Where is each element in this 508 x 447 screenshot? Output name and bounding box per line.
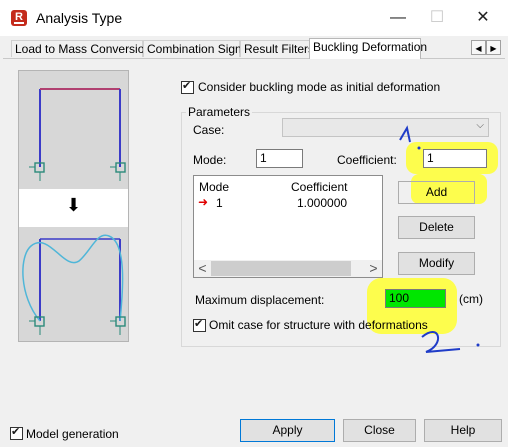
down-arrow-icon: ⬇ xyxy=(66,195,82,215)
max-displacement-field[interactable]: 100 xyxy=(385,289,446,308)
tab-scroll-left-button[interactable]: ◀ xyxy=(471,40,486,55)
mode-label: Mode: xyxy=(193,153,227,167)
minimize-button[interactable]: — xyxy=(381,6,415,30)
consider-buckling-label: Consider buckling mode as initial deform… xyxy=(198,80,441,94)
deformation-preview: ⬇ xyxy=(18,70,129,342)
close-button[interactable]: Close xyxy=(343,419,416,442)
row-coefficient-value[interactable]: 1.000000 xyxy=(297,196,347,210)
scroll-thumb[interactable] xyxy=(211,261,351,276)
chevron-right-icon: ▶ xyxy=(490,44,497,53)
check-icon: ✔ xyxy=(182,80,192,92)
scroll-right-icon[interactable]: > xyxy=(365,260,382,277)
coefficient-field[interactable]: 1 xyxy=(423,149,487,168)
column-header-coefficient: Coefficient xyxy=(291,180,348,194)
tab-combination-sign[interactable]: Combination Sign xyxy=(143,40,242,57)
coefficient-label: Coefficient: xyxy=(337,153,397,167)
check-icon: ✔ xyxy=(194,318,204,330)
scroll-left-icon[interactable]: < xyxy=(194,260,211,277)
delete-button[interactable]: Delete xyxy=(398,216,475,239)
apply-button[interactable]: Apply xyxy=(240,419,335,442)
column-header-mode: Mode xyxy=(199,180,230,194)
help-button[interactable]: Help xyxy=(424,419,502,442)
current-row-arrow-icon: ➜ xyxy=(198,195,209,209)
list-horizontal-scrollbar[interactable]: < > xyxy=(194,260,382,277)
tab-buckling-deformation[interactable]: Buckling Deformation xyxy=(309,38,427,59)
consider-buckling-checkbox[interactable]: ✔ xyxy=(181,80,194,94)
row-mode-value[interactable]: 1 xyxy=(216,196,223,210)
chevron-left-icon: ◀ xyxy=(475,44,482,53)
omit-case-checkbox[interactable]: ✔ xyxy=(193,318,206,332)
model-generation-label: Model generation xyxy=(26,427,119,441)
chevron-down-icon: ⌵ xyxy=(476,120,484,131)
tab-load-to-mass-conversion[interactable]: Load to Mass Conversion xyxy=(11,40,151,57)
max-displacement-unit: (cm) xyxy=(459,292,483,306)
modify-button[interactable]: Modify xyxy=(398,252,475,275)
model-generation-checkbox[interactable]: ✔ xyxy=(10,426,23,440)
close-window-button[interactable]: ✕ xyxy=(466,6,500,30)
case-select[interactable]: ⌵ xyxy=(282,118,489,137)
omit-case-label: Omit case for structure with deformation… xyxy=(209,318,428,332)
max-displacement-label: Maximum displacement: xyxy=(195,293,325,307)
tab-strip: Load to Mass Conversion Combination Sign… xyxy=(0,38,508,59)
app-icon: R xyxy=(11,10,27,26)
preview-divider: ⬇ xyxy=(19,189,128,227)
check-icon: ✔ xyxy=(11,426,21,438)
tab-result-filters[interactable]: Result Filters xyxy=(240,40,314,57)
parameters-title: Parameters xyxy=(186,105,253,119)
mode-field[interactable]: 1 xyxy=(256,149,303,168)
mode-coefficient-list[interactable]: Mode Coefficient ➜ 1 1.000000 < > xyxy=(193,175,383,278)
title-bar: R Analysis Type — ☐ ✕ xyxy=(0,0,508,36)
case-label: Case: xyxy=(193,123,225,137)
add-button[interactable]: Add xyxy=(398,181,475,204)
tab-scroll-right-button[interactable]: ▶ xyxy=(486,40,501,55)
window-title: Analysis Type xyxy=(36,10,123,26)
maximize-button: ☐ xyxy=(429,9,445,26)
